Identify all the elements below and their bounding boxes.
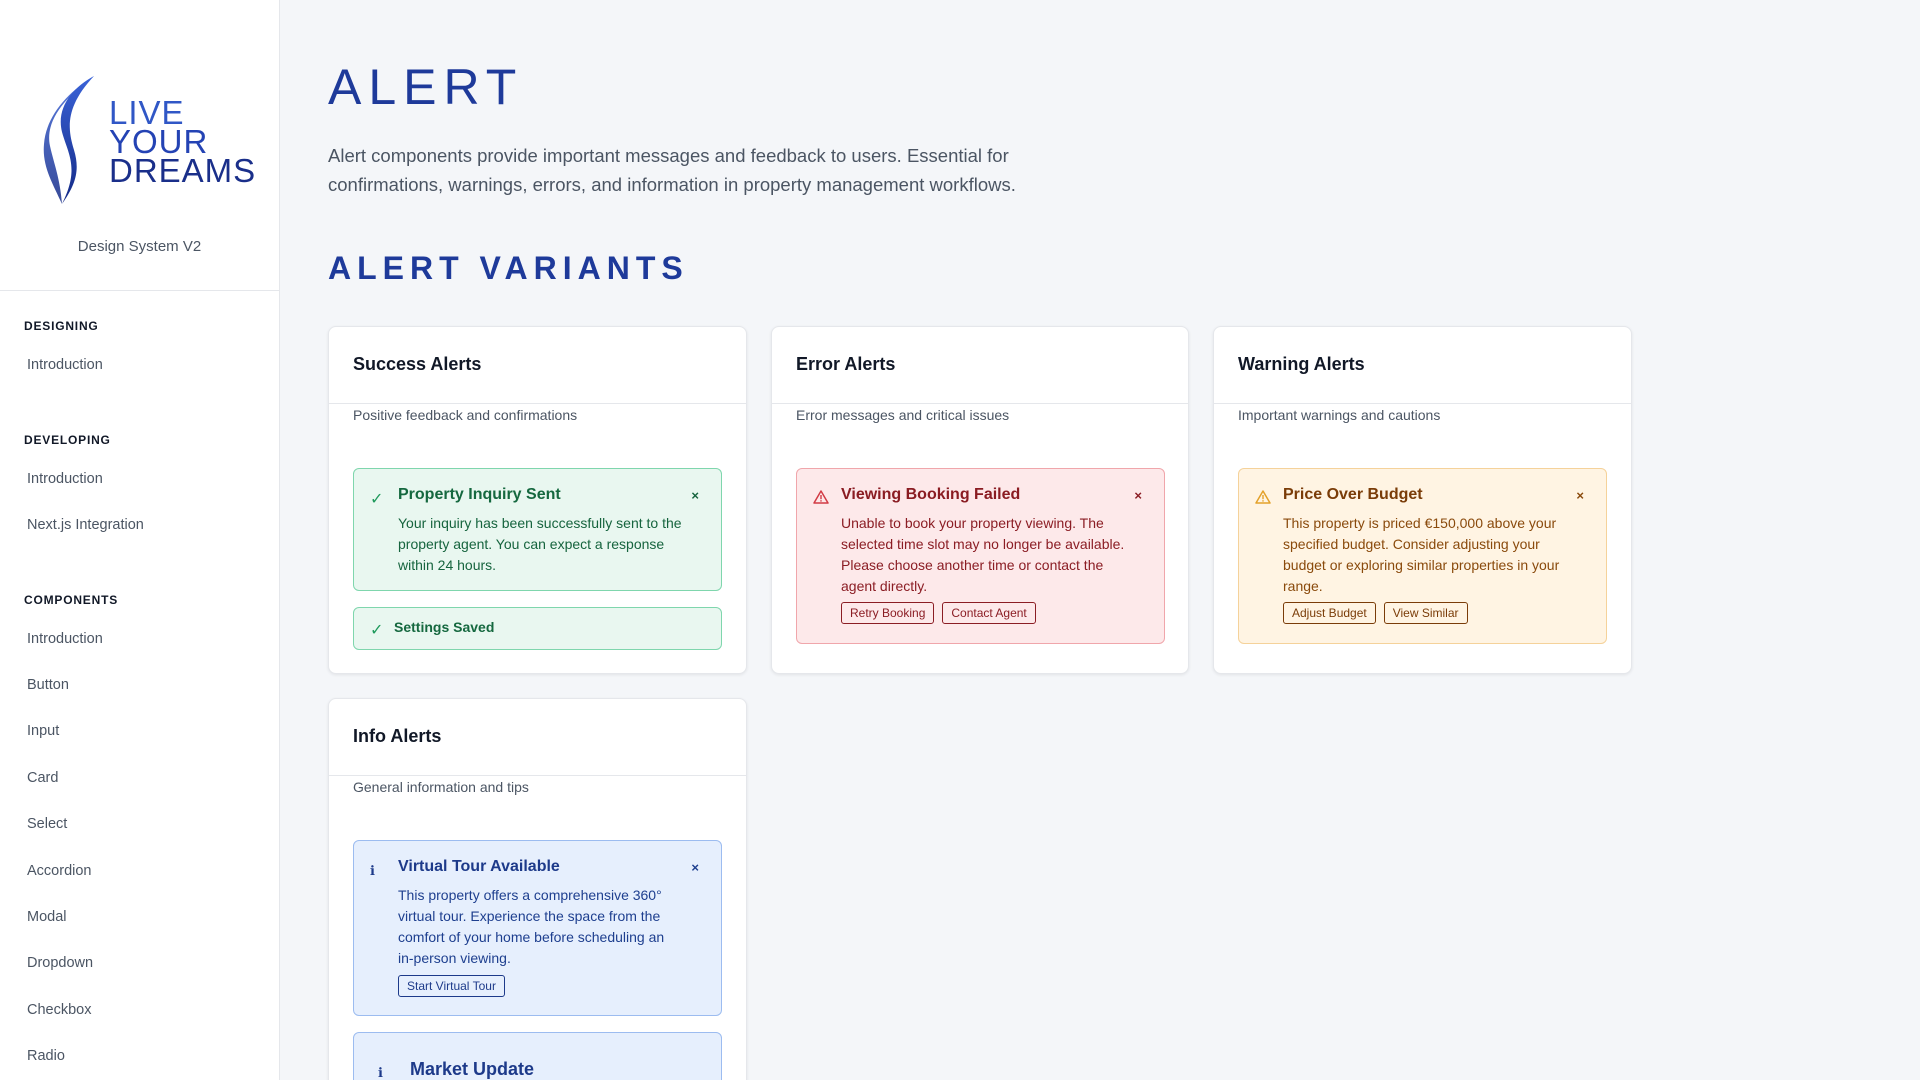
logo-wordmark: LIVE YOUR DREAMS	[109, 96, 257, 189]
nav-item-designing-introduction[interactable]: Introduction	[27, 357, 103, 373]
nav-item-modal[interactable]: Modal	[27, 909, 67, 925]
view-similar-button[interactable]: View Similar	[1383, 602, 1468, 624]
card-subtitle: Positive feedback and confirmations	[353, 407, 578, 423]
nav-item-radio[interactable]: Radio	[27, 1048, 65, 1064]
start-virtual-tour-button[interactable]: Start Virtual Tour	[398, 975, 505, 997]
nav-section-developing: DEVELOPING	[24, 433, 111, 447]
nav-item-nextjs-integration[interactable]: Next.js Integration	[27, 517, 144, 533]
alert-title: Virtual Tour Available	[398, 858, 560, 875]
nav-item-button[interactable]: Button	[27, 677, 69, 693]
page-description: Alert components provide important messa…	[328, 145, 1016, 195]
alert-title: Market Update	[410, 1059, 535, 1079]
alert-body: Your inquiry has been successfully sent …	[398, 515, 682, 573]
nav-item-developing-introduction[interactable]: Introduction	[27, 471, 103, 487]
card-title: Warning Alerts	[1238, 354, 1365, 374]
close-icon[interactable]: ×	[1576, 488, 1584, 503]
nav-item-card[interactable]: Card	[27, 770, 58, 786]
logo-area: LIVE YOUR DREAMS Design System V2	[0, 0, 279, 291]
close-icon[interactable]: ×	[691, 488, 699, 503]
alert-title: Property Inquiry Sent	[398, 486, 561, 503]
card-header: Warning Alerts	[1214, 327, 1631, 404]
card-subtitle: Important warnings and cautions	[1238, 407, 1441, 423]
close-icon[interactable]: ×	[1134, 488, 1142, 503]
card-title: Error Alerts	[796, 354, 896, 374]
nav-item-select[interactable]: Select	[27, 816, 67, 832]
nav-item-dropdown[interactable]: Dropdown	[27, 955, 93, 971]
card-header: Error Alerts	[772, 327, 1188, 404]
alert-actions: Adjust Budget View Similar	[1283, 602, 1468, 624]
contact-agent-button[interactable]: Contact Agent	[942, 602, 1036, 624]
check-icon: ✓	[370, 491, 384, 508]
nav-item-checkbox[interactable]: Checkbox	[27, 1002, 91, 1018]
success-alert-compact: ✓ Settings Saved	[353, 607, 722, 650]
adjust-budget-button[interactable]: Adjust Budget	[1283, 602, 1376, 624]
logo-line-3: DREAMS	[109, 152, 257, 189]
card-header: Info Alerts	[329, 699, 746, 776]
nav-item-components-introduction[interactable]: Introduction	[27, 631, 103, 647]
alert-title: Settings Saved	[394, 619, 495, 635]
nav-section-components: COMPONENTS	[24, 593, 119, 607]
info-icon: ℹ	[378, 1065, 383, 1080]
sidebar: LIVE YOUR DREAMS Design System V2 DESIGN…	[0, 0, 280, 1080]
info-icon: ℹ	[370, 863, 375, 878]
alert-actions: Start Virtual Tour	[398, 975, 505, 997]
card-subtitle: Error messages and critical issues	[796, 407, 1010, 423]
alert-body: This property is priced €150,000 above y…	[1283, 515, 1560, 594]
nav-item-accordion[interactable]: Accordion	[27, 863, 91, 879]
alert-body: Unable to book your property viewing. Th…	[841, 515, 1125, 594]
card-title: Success Alerts	[353, 354, 482, 374]
warning-alerts-card: Warning Alerts Important warnings and ca…	[1213, 326, 1632, 674]
alert-body: This property offers a comprehensive 360…	[398, 887, 665, 966]
nav-item-input[interactable]: Input	[27, 723, 59, 739]
page-title: ALERT	[328, 59, 524, 115]
alert-title: Viewing Booking Failed	[841, 486, 1021, 503]
card-subtitle: General information and tips	[353, 779, 529, 795]
check-icon: ✓	[370, 622, 384, 639]
success-alert: ✓ Property Inquiry Sent Your inquiry has…	[353, 468, 722, 591]
info-alerts-card: Info Alerts General information and tips…	[328, 698, 747, 1080]
card-header: Success Alerts	[329, 327, 746, 404]
info-alert: ℹ Virtual Tour Available This property o…	[353, 840, 722, 1016]
info-alert-market-update: ℹ Market Update	[353, 1032, 722, 1080]
close-icon[interactable]: ×	[691, 860, 699, 875]
logo-mark-icon	[43, 76, 94, 204]
design-system-version: Design System V2	[77, 238, 202, 255]
success-alerts-card: Success Alerts Positive feedback and con…	[328, 326, 747, 674]
error-alert: Viewing Booking Failed Unable to book yo…	[796, 468, 1165, 644]
alert-triangle-icon	[813, 489, 829, 510]
alert-actions: Retry Booking Contact Agent	[841, 602, 1036, 624]
retry-booking-button[interactable]: Retry Booking	[841, 602, 935, 624]
card-title: Info Alerts	[353, 726, 442, 746]
alert-title: Price Over Budget	[1283, 486, 1423, 503]
section-title-alert-variants: ALERT VARIANTS	[328, 250, 689, 286]
error-alerts-card: Error Alerts Error messages and critical…	[771, 326, 1189, 674]
nav-section-designing: DESIGNING	[24, 319, 99, 333]
warning-alert: Price Over Budget This property is price…	[1238, 468, 1607, 644]
warning-triangle-icon	[1255, 489, 1271, 510]
